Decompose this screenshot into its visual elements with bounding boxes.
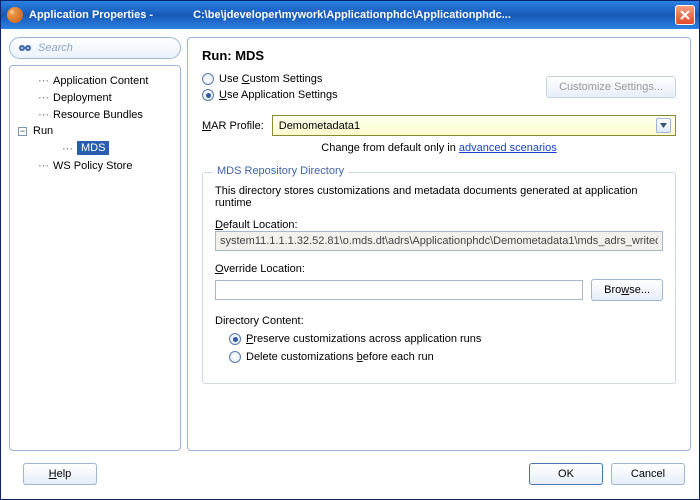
mar-profile-value: Demometadata1 [279, 120, 360, 132]
directory-content-label: Directory Content: [215, 315, 304, 327]
chevron-down-icon [656, 118, 671, 133]
mar-profile-label: MAR Profile: [202, 120, 264, 132]
customize-settings-button: Customize Settings... [546, 76, 676, 98]
preserve-customizations-radio[interactable] [229, 333, 241, 345]
titlebar[interactable]: Application Properties - C:\be\jdevelope… [1, 1, 699, 29]
close-button[interactable] [675, 5, 695, 25]
page-title: Run: MDS [202, 48, 676, 63]
tree-item-resource-bundles[interactable]: ⋯Resource Bundles [14, 106, 176, 123]
mar-profile-hint: Change from default only in advanced sce… [202, 142, 676, 154]
navigation-tree: ⋯Application Content ⋯Deployment ⋯Resour… [9, 65, 181, 451]
default-location-label: Default Location: [215, 219, 663, 231]
use-custom-settings-radio[interactable] [202, 73, 214, 85]
group-legend: MDS Repository Directory [213, 165, 348, 177]
app-icon [7, 7, 23, 23]
tree-item-mds[interactable]: ⋯MDS [14, 139, 176, 157]
content-panel: Run: MDS Use Custom Settings Use Applica… [187, 37, 691, 451]
tree-item-deployment[interactable]: ⋯Deployment [14, 89, 176, 106]
settings-mode-group: Use Custom Settings Use Application Sett… [202, 73, 338, 101]
tree-item-run[interactable]: −Run [14, 123, 176, 139]
browse-button[interactable]: Browse... [591, 279, 663, 301]
window-title: Application Properties - [29, 9, 153, 21]
use-application-settings-radio[interactable] [202, 89, 214, 101]
override-location-field[interactable] [215, 280, 583, 300]
group-description: This directory stores customizations and… [215, 185, 663, 209]
default-location-field [215, 231, 663, 251]
tree-item-application-content[interactable]: ⋯Application Content [14, 72, 176, 89]
dialog-footer: Help OK Cancel [1, 459, 699, 499]
use-custom-settings-label: Use Custom Settings [219, 73, 322, 85]
cancel-button[interactable]: Cancel [611, 463, 685, 485]
ok-button[interactable]: OK [529, 463, 603, 485]
mds-repository-group: MDS Repository Directory This directory … [202, 172, 676, 384]
mar-profile-select[interactable]: Demometadata1 [272, 115, 676, 136]
help-button[interactable]: Help [23, 463, 97, 485]
use-application-settings-label: Use Application Settings [219, 89, 338, 101]
collapse-icon[interactable]: − [18, 127, 27, 136]
delete-customizations-label: Delete customizations before each run [246, 351, 434, 363]
preserve-customizations-label: Preserve customizations across applicati… [246, 333, 481, 345]
window-path: C:\be\jdeveloper\mywork\Applicationphdc\… [193, 9, 675, 21]
sidebar: Search ⋯Application Content ⋯Deployment … [9, 37, 181, 451]
delete-customizations-radio[interactable] [229, 351, 241, 363]
close-icon [680, 10, 690, 20]
tree-item-ws-policy-store[interactable]: ⋯WS Policy Store [14, 157, 176, 174]
advanced-scenarios-link[interactable]: advanced scenarios [459, 142, 557, 154]
override-location-label: Override Location: [215, 263, 663, 275]
search-placeholder: Search [38, 42, 73, 54]
application-properties-dialog: Application Properties - C:\be\jdevelope… [0, 0, 700, 500]
search-input[interactable]: Search [9, 37, 181, 59]
binoculars-icon [18, 41, 32, 55]
